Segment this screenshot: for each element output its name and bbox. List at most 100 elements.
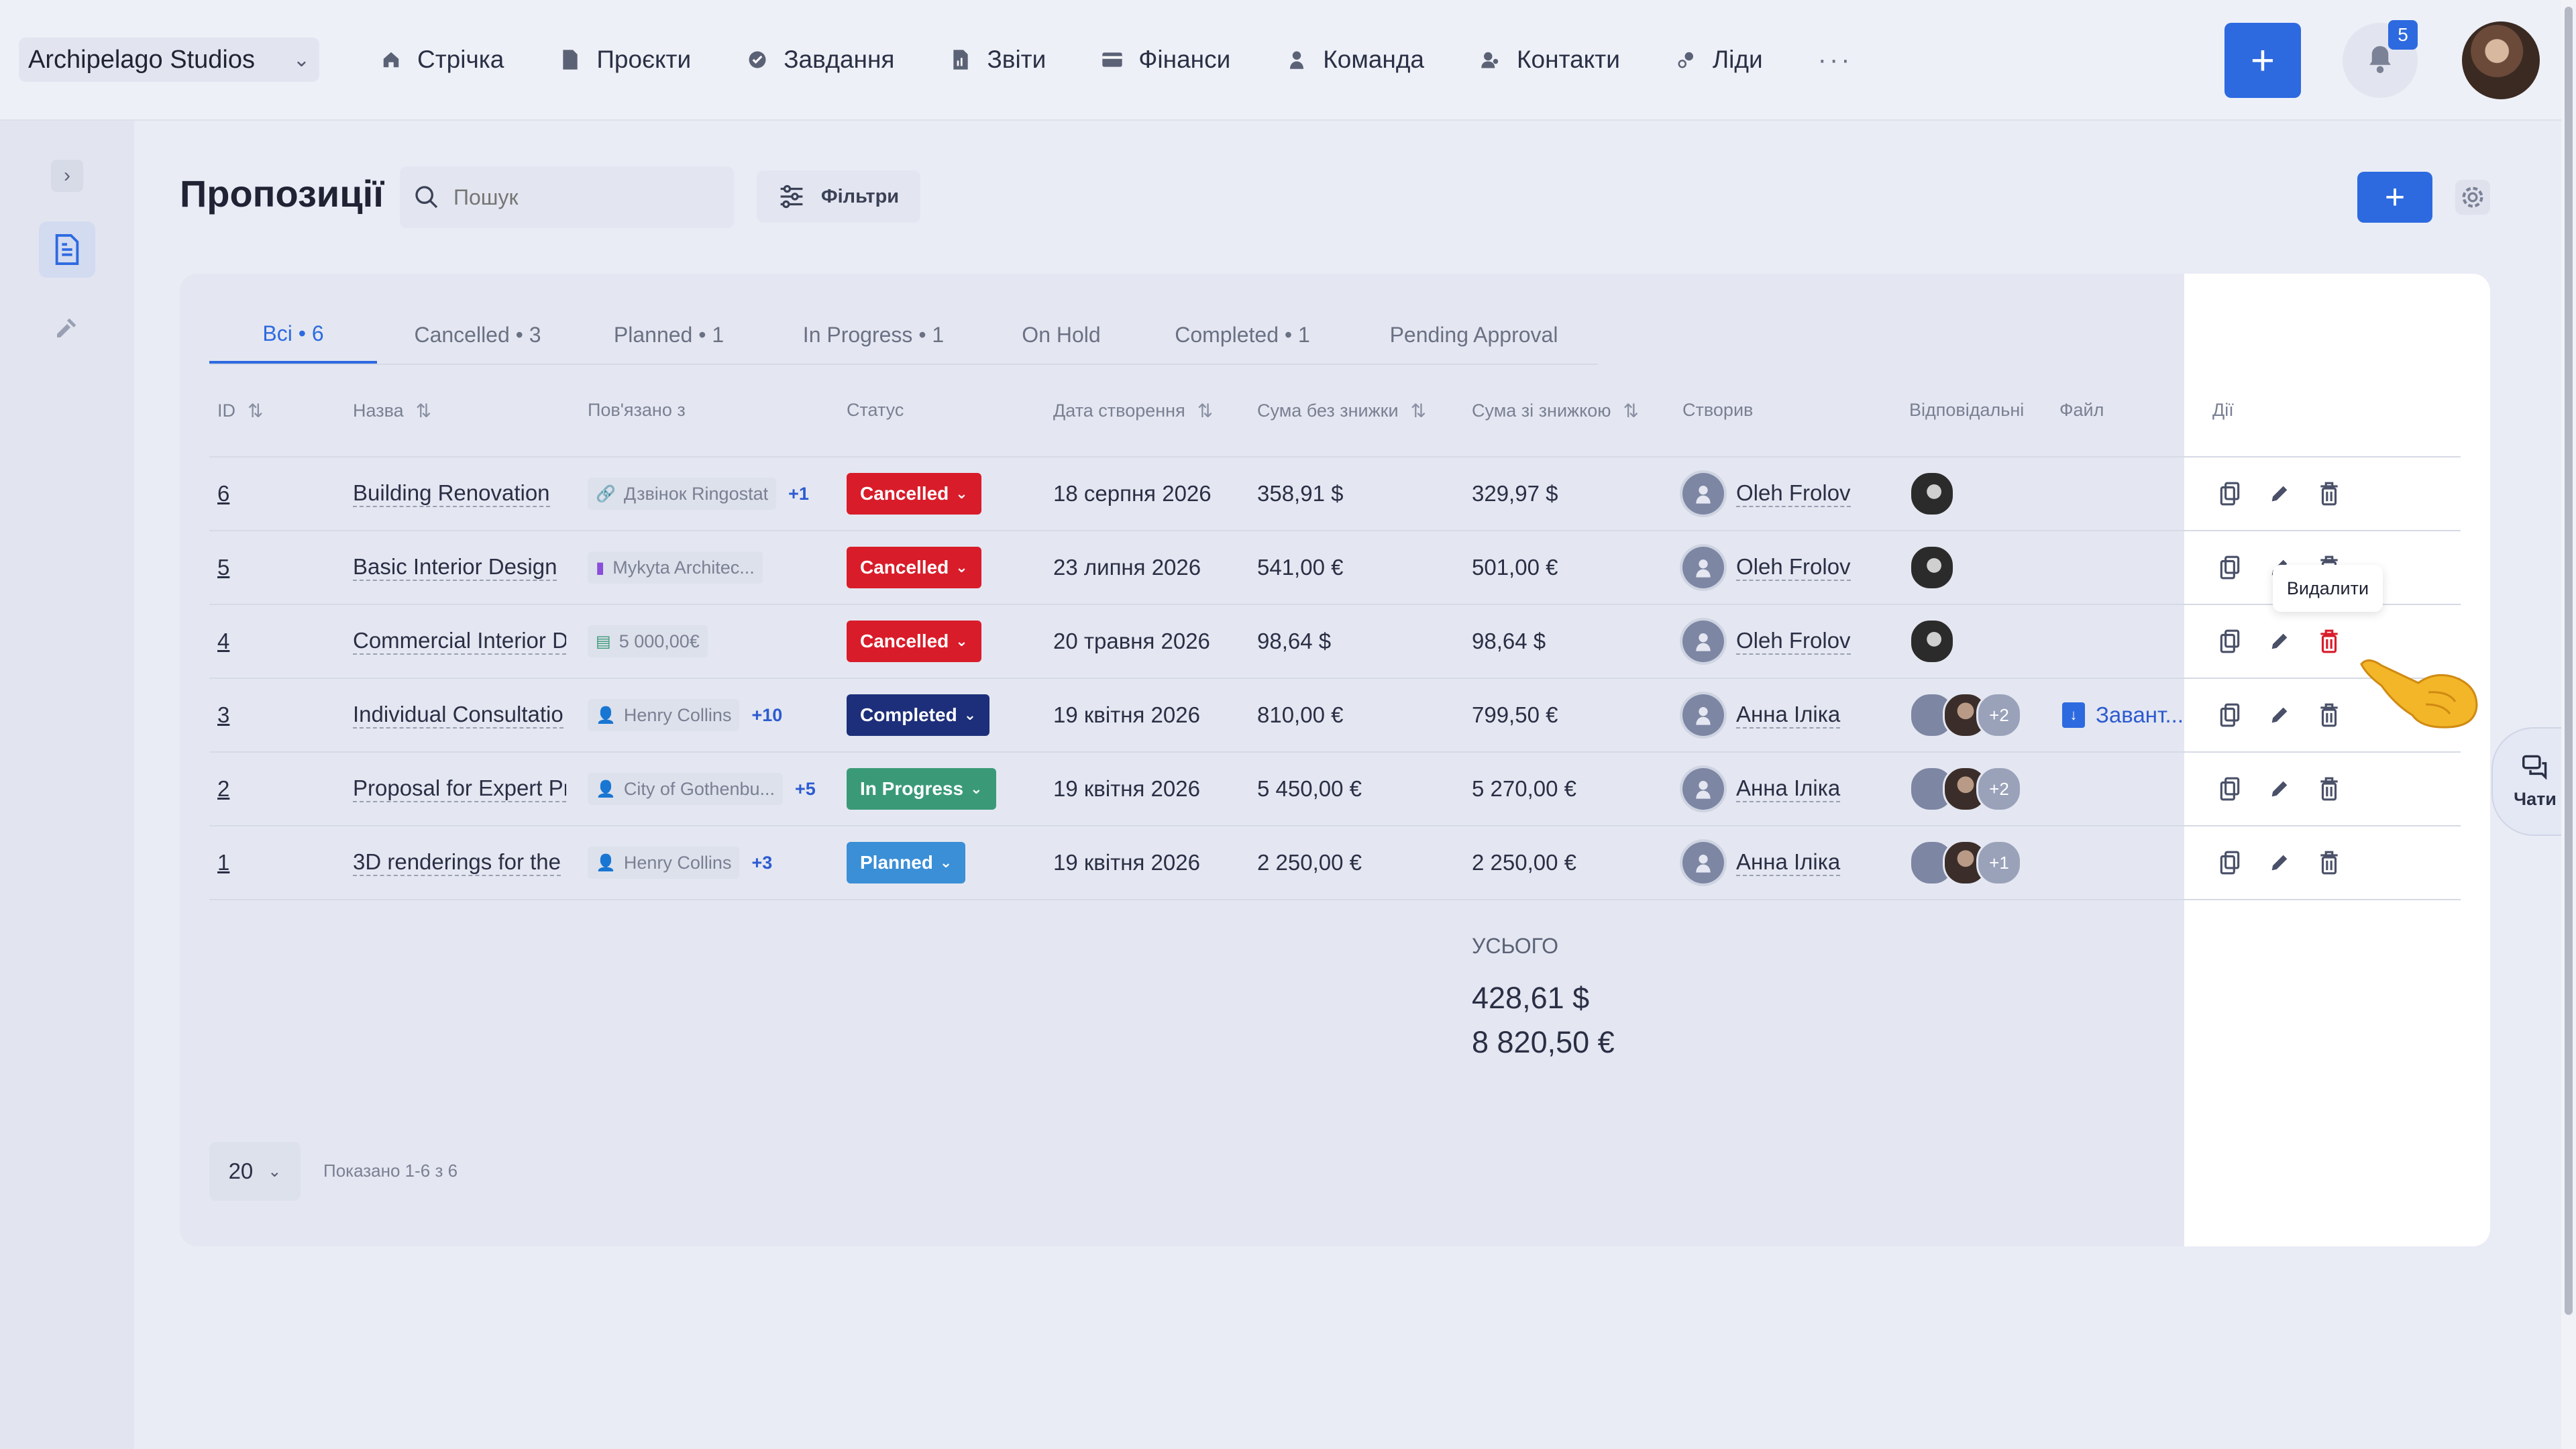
responsible-avatars[interactable]	[1909, 545, 1955, 590]
copy-button[interactable]	[2215, 479, 2245, 508]
nav-item-leads[interactable]: Ліди	[1675, 46, 1763, 74]
linked-more-count[interactable]: +10	[751, 705, 782, 726]
delete-button[interactable]	[2314, 479, 2344, 508]
tab-on-hold[interactable]: On Hold	[987, 306, 1135, 364]
sum-no-discount: 5 450,00 €	[1257, 776, 1362, 801]
proposal-name-link[interactable]: Basic Interior Design	[353, 554, 557, 581]
creator[interactable]: Oleh Frolov	[1682, 473, 1851, 515]
edit-button[interactable]	[2265, 700, 2294, 730]
creator[interactable]: Анна Іліка	[1682, 694, 1841, 736]
nav-item-team[interactable]: Команда	[1285, 46, 1424, 74]
column-header-sum-discount[interactable]: Сума зі знижкою ⇅	[1472, 400, 1639, 422]
status-dropdown[interactable]: Completed ⌄	[847, 694, 990, 736]
column-header-id[interactable]: ID ⇅	[217, 400, 263, 422]
workspace-selector[interactable]: Archipelago Studios ⌄	[19, 38, 319, 82]
download-file-link[interactable]: ↓ Завант...	[2062, 702, 2184, 728]
responsible-avatars[interactable]	[1909, 619, 1955, 664]
pointing-hand-icon	[2360, 659, 2478, 729]
delete-button[interactable]	[2314, 700, 2344, 730]
creator[interactable]: Oleh Frolov	[1682, 547, 1851, 588]
nav-item-projects[interactable]: Проєкти	[559, 46, 691, 74]
nav-item-reports[interactable]: Звіти	[949, 46, 1046, 74]
sidebar-item-proposals[interactable]	[39, 221, 95, 278]
tab-cancelled[interactable]: Cancelled • 3	[377, 306, 578, 364]
row-id[interactable]: 3	[217, 702, 229, 728]
nav-item-feed[interactable]: Стрічка	[380, 46, 504, 74]
linked-entity-chip[interactable]: 👤 Henry Collins	[588, 699, 740, 731]
page-scrollbar[interactable]	[2561, 0, 2576, 1449]
responsible-avatars[interactable]	[1909, 471, 1955, 517]
edit-button[interactable]	[2265, 848, 2294, 877]
quick-add-button[interactable]: +	[2224, 23, 2301, 98]
responsible-avatars[interactable]: +2	[1909, 766, 2022, 812]
edit-button[interactable]	[2265, 774, 2294, 804]
proposal-name-link[interactable]: Proposal for Expert Pr	[353, 775, 566, 802]
nav-more-button[interactable]: ···	[1818, 45, 1853, 75]
tab-in-progress[interactable]: In Progress • 1	[759, 306, 987, 364]
user-avatar[interactable]	[2462, 21, 2540, 99]
pencil-icon	[2271, 855, 2288, 871]
row-id[interactable]: 4	[217, 629, 229, 654]
row-id[interactable]: 1	[217, 850, 229, 875]
tab-pending-approval[interactable]: Pending Approval	[1350, 306, 1598, 364]
copy-button[interactable]	[2215, 774, 2245, 804]
filters-button[interactable]: Фільтри	[757, 170, 920, 223]
add-proposal-button[interactable]: +	[2357, 172, 2432, 223]
proposal-name-link[interactable]: 3D renderings for the	[353, 849, 561, 876]
table-settings-button[interactable]	[2455, 180, 2490, 215]
status-dropdown[interactable]: Cancelled ⌄	[847, 547, 981, 588]
row-id[interactable]: 6	[217, 481, 229, 506]
status-dropdown[interactable]: Cancelled ⌄	[847, 621, 981, 662]
avatar	[1682, 842, 1724, 883]
proposal-name-link[interactable]: Individual Consultatio	[353, 702, 564, 729]
delete-button[interactable]	[2314, 774, 2344, 804]
row-id[interactable]: 5	[217, 555, 229, 580]
creator[interactable]: Oleh Frolov	[1682, 621, 1851, 662]
column-header-sum[interactable]: Сума без знижки ⇅	[1257, 400, 1426, 422]
linked-entity-chip[interactable]: 👤 City of Gothenbu...	[588, 773, 784, 805]
column-header-status: Статус	[847, 400, 904, 420]
proposal-name-link[interactable]: Commercial Interior D	[353, 628, 566, 655]
linked-entity-chip[interactable]: 👤 Henry Collins	[588, 847, 740, 879]
sidebar-item-tools[interactable]	[50, 310, 85, 345]
search-field[interactable]	[400, 166, 734, 228]
copy-button[interactable]	[2215, 553, 2245, 582]
tab-all[interactable]: Всі • 6	[209, 306, 377, 364]
tab-planned[interactable]: Planned • 1	[578, 306, 759, 364]
column-header-created[interactable]: Дата створення ⇅	[1053, 400, 1213, 422]
column-header-name[interactable]: Назва ⇅	[353, 400, 431, 422]
status-dropdown[interactable]: In Progress ⌄	[847, 768, 996, 810]
scrollbar-thumb[interactable]	[2565, 7, 2573, 1315]
search-input[interactable]	[452, 184, 710, 211]
linked-entity-chip[interactable]: 🔗 Дзвінок Ringostat	[588, 478, 777, 510]
per-page-select[interactable]: 20 ⌄	[209, 1142, 301, 1201]
linked-more-count[interactable]: +3	[751, 853, 772, 873]
sum-no-discount: 358,91 $	[1257, 481, 1344, 506]
linked-more-count[interactable]: +1	[788, 484, 809, 504]
linked-entity-chip[interactable]: ▤ 5 000,00€	[588, 625, 708, 657]
copy-button[interactable]	[2215, 700, 2245, 730]
edit-button[interactable]	[2265, 627, 2294, 656]
proposal-name-link[interactable]: Building Renovation	[353, 480, 550, 507]
nav-item-contacts[interactable]: Контакти	[1479, 46, 1620, 74]
linked-more-count[interactable]: +5	[795, 779, 816, 800]
nav-item-tasks[interactable]: Завдання	[746, 46, 894, 74]
tab-completed[interactable]: Completed • 1	[1135, 306, 1350, 364]
nav-item-finance[interactable]: Фінанси	[1101, 46, 1230, 74]
sidebar-expand-button[interactable]: ›	[51, 160, 83, 192]
creator[interactable]: Анна Іліка	[1682, 768, 1841, 810]
responsible-avatars[interactable]: +2	[1909, 692, 2022, 738]
row-id[interactable]: 2	[217, 776, 229, 802]
copy-button[interactable]	[2215, 627, 2245, 656]
linked-entity-chip[interactable]: ▮ Mykyta Architec...	[588, 551, 763, 584]
copy-button[interactable]	[2215, 848, 2245, 877]
linked-entity-label: Дзвінок Ringostat	[623, 483, 769, 504]
delete-button[interactable]	[2314, 627, 2344, 656]
chats-label: Чати	[2514, 788, 2557, 809]
edit-button[interactable]	[2265, 479, 2294, 508]
status-dropdown[interactable]: Cancelled ⌄	[847, 473, 981, 515]
responsible-avatars[interactable]: +1	[1909, 840, 2022, 885]
status-dropdown[interactable]: Planned ⌄	[847, 842, 966, 883]
delete-button[interactable]	[2314, 848, 2344, 877]
creator[interactable]: Анна Іліка	[1682, 842, 1841, 883]
